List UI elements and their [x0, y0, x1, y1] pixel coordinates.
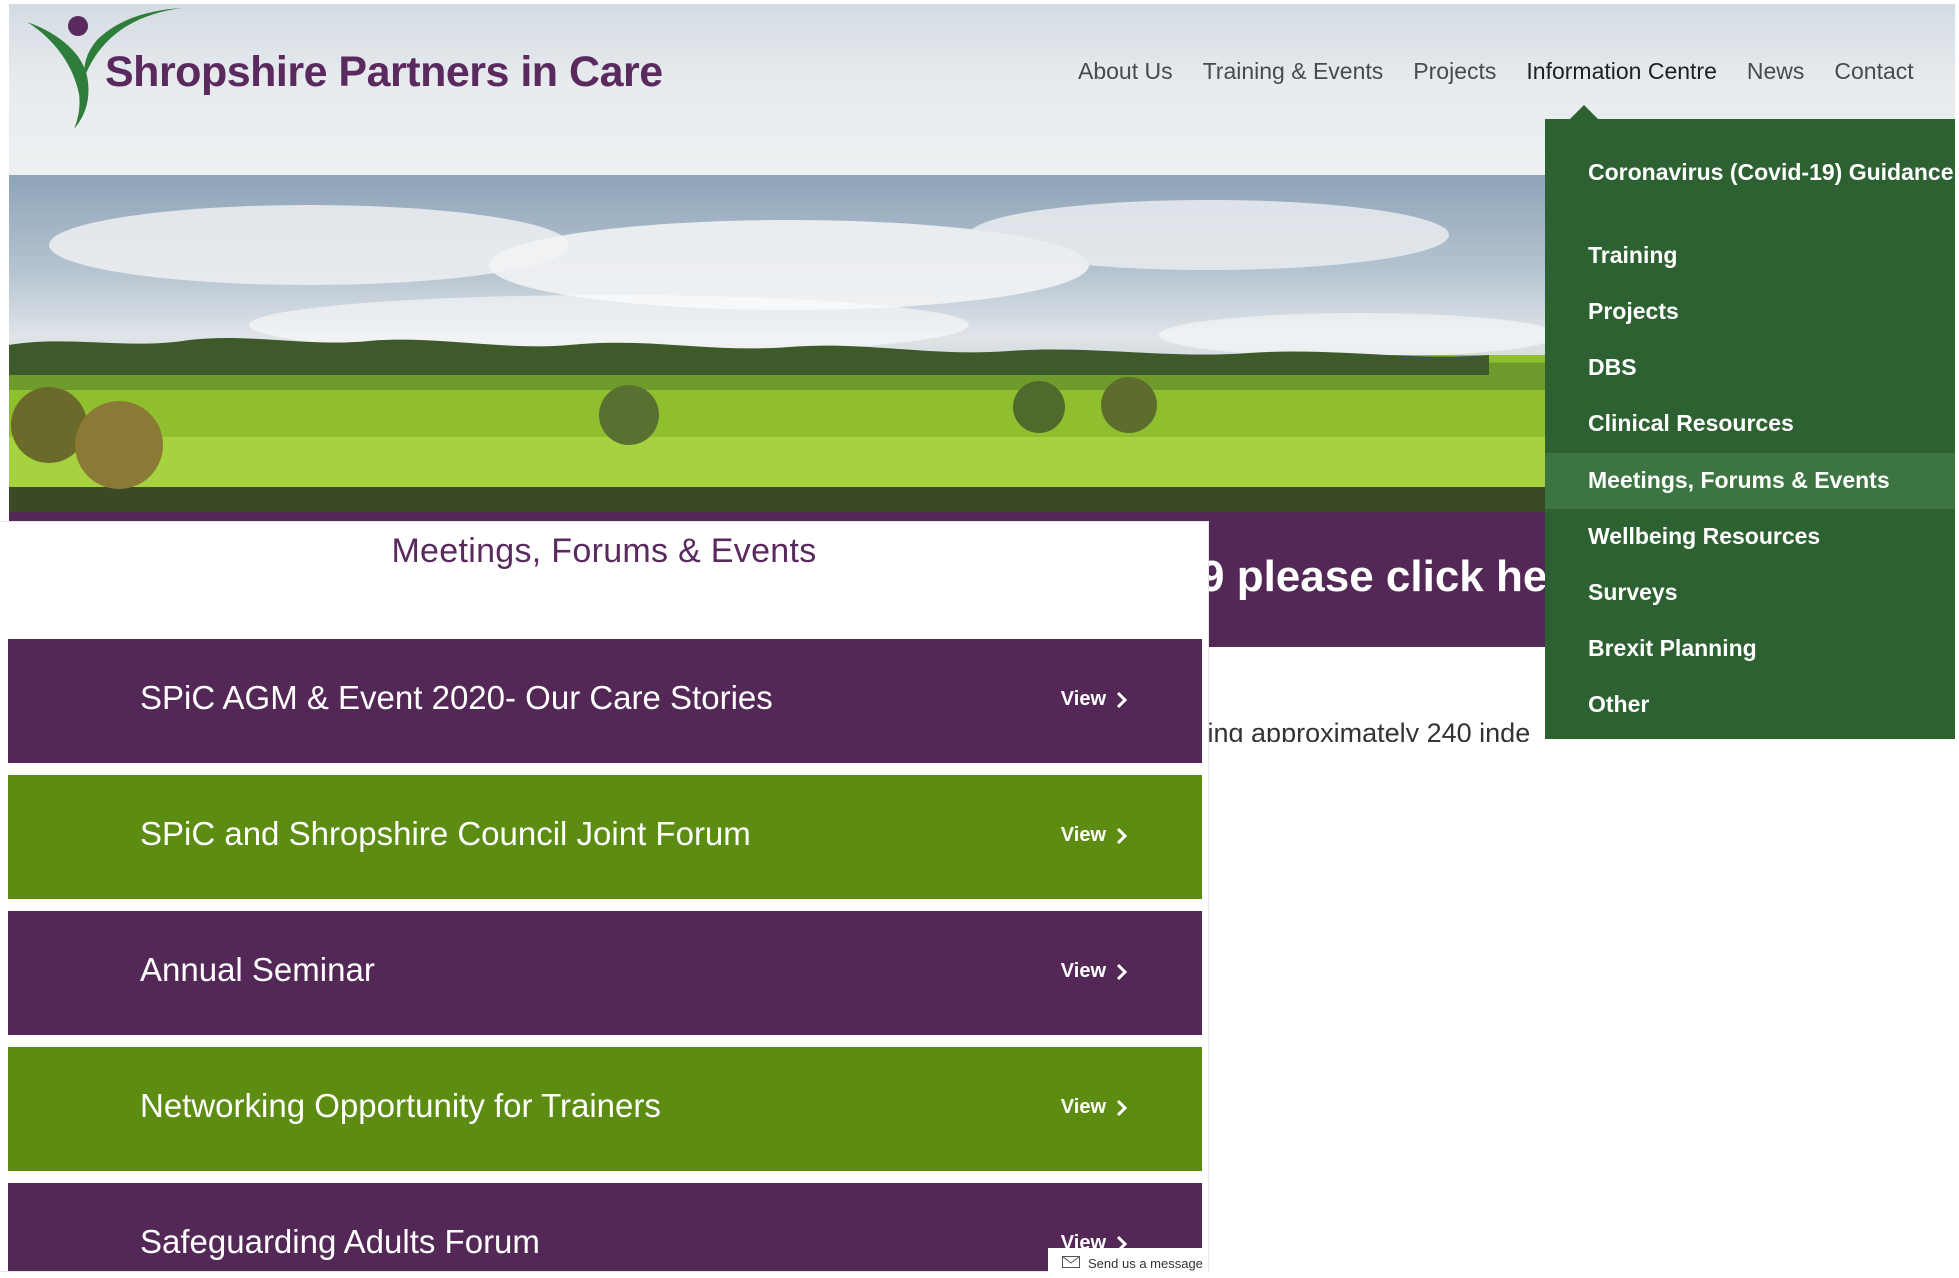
meeting-row-annual-seminar[interactable]: Annual Seminar View	[8, 911, 1202, 1035]
chevron-right-icon	[1116, 827, 1128, 844]
row-label: Safeguarding Adults Forum	[140, 1223, 540, 1260]
view-label: View	[1060, 960, 1106, 982]
nav-projects[interactable]: Projects	[1413, 58, 1496, 85]
nav-contact[interactable]: Contact	[1834, 58, 1913, 85]
intro-text: ting approximately 240 inde	[1200, 718, 1531, 742]
dropdown-item-surveys[interactable]: Surveys	[1545, 577, 1955, 607]
nav-information-centre[interactable]: Information Centre	[1526, 58, 1716, 85]
row-label: SPiC and Shropshire Council Joint Forum	[140, 815, 751, 852]
send-message-label: Send us a message	[1088, 1256, 1203, 1271]
dropdown-item-brexit[interactable]: Brexit Planning	[1545, 633, 1955, 663]
send-message-tab[interactable]: Send us a message	[1048, 1248, 1208, 1278]
view-label: View	[1060, 824, 1106, 846]
panel-title: Meetings, Forums & Events	[391, 532, 817, 570]
view-label: View	[1060, 688, 1106, 710]
view-link[interactable]: View	[1061, 688, 1128, 711]
meeting-row-agm[interactable]: SPiC AGM & Event 2020- Our Care Stories …	[8, 639, 1202, 763]
nav-news[interactable]: News	[1747, 58, 1805, 85]
nav-about-us[interactable]: About Us	[1078, 58, 1173, 85]
dropdown-item-clinical-resources[interactable]: Clinical Resources	[1545, 408, 1955, 438]
banner-link-text[interactable]: 9 please click here	[1200, 552, 1589, 602]
view-link[interactable]: View	[1061, 824, 1128, 847]
dropdown-item-dbs[interactable]: DBS	[1545, 352, 1955, 382]
row-label: SPiC AGM & Event 2020- Our Care Stories	[140, 679, 773, 716]
view-link[interactable]: View	[1061, 1096, 1128, 1119]
meeting-row-joint-forum[interactable]: SPiC and Shropshire Council Joint Forum …	[8, 775, 1202, 899]
meetings-list: SPiC AGM & Event 2020- Our Care Stories …	[8, 639, 1202, 1271]
dropdown-item-other[interactable]: Other	[1545, 689, 1955, 719]
meetings-panel: Meetings, Forums & Events SPiC AGM & Eve…	[0, 522, 1208, 1271]
meeting-row-networking-trainers[interactable]: Networking Opportunity for Trainers View	[8, 1047, 1202, 1171]
row-label: Networking Opportunity for Trainers	[140, 1087, 661, 1124]
mail-icon	[1062, 1256, 1080, 1268]
site-logo-text[interactable]: Shropshire Partners in Care	[105, 48, 663, 97]
row-label: Annual Seminar	[140, 951, 375, 988]
information-centre-dropdown: Coronavirus (Covid-19) Guidance Training…	[1545, 119, 1955, 739]
chevron-right-icon	[1116, 963, 1128, 980]
meeting-row-safeguarding[interactable]: Safeguarding Adults Forum View	[8, 1183, 1202, 1271]
view-label: View	[1060, 1096, 1106, 1118]
chevron-right-icon	[1116, 691, 1128, 708]
nav-training-events[interactable]: Training & Events	[1203, 58, 1384, 85]
dropdown-item-wellbeing[interactable]: Wellbeing Resources	[1545, 521, 1955, 551]
view-link[interactable]: View	[1061, 960, 1128, 983]
dropdown-item-coronavirus[interactable]: Coronavirus (Covid-19) Guidance	[1545, 157, 1955, 187]
dropdown-item-meetings[interactable]: Meetings, Forums & Events	[1545, 453, 1955, 509]
chevron-right-icon	[1116, 1099, 1128, 1116]
dropdown-caret	[1570, 105, 1598, 119]
dropdown-item-training[interactable]: Training	[1545, 240, 1955, 270]
main-nav: About Us Training & Events Projects Info…	[1078, 58, 1944, 85]
dropdown-item-projects[interactable]: Projects	[1545, 296, 1955, 326]
